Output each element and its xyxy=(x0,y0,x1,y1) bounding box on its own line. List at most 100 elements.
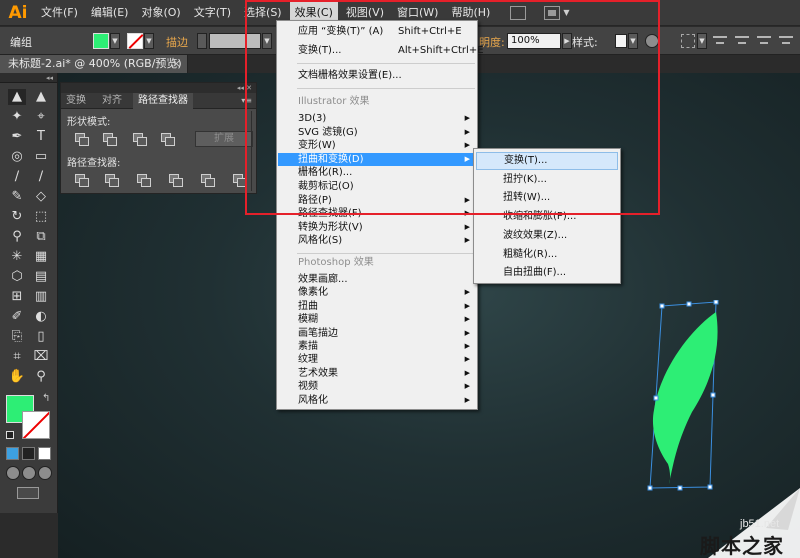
artboard-tool-icon[interactable]: ⎘ xyxy=(8,329,26,345)
screen-mode-icon[interactable] xyxy=(17,487,39,499)
distort-submenu-item[interactable]: 波纹效果(Z)... xyxy=(476,227,618,245)
color-mode-icon[interactable] xyxy=(6,447,19,460)
zoom-tool-icon[interactable]: ⚲ xyxy=(32,369,50,385)
leaf-artwork[interactable] xyxy=(640,300,730,495)
slice-tool-icon[interactable]: ▯ xyxy=(32,329,50,345)
draw-normal-icon[interactable] xyxy=(6,466,20,480)
intersect-button[interactable] xyxy=(133,133,147,146)
illustrator-effect-item[interactable]: 转换为形状(V) ▶ xyxy=(278,221,476,234)
align-center-icon[interactable] xyxy=(735,34,749,48)
photoshop-effect-item[interactable]: 效果画廊... xyxy=(278,273,476,286)
divide-button[interactable] xyxy=(75,174,89,187)
menu-file[interactable]: 文件(F) xyxy=(36,0,83,26)
photoshop-effect-item[interactable]: 画笔描边 ▶ xyxy=(278,327,476,340)
fill-dropdown[interactable]: ▼ xyxy=(110,33,120,49)
photoshop-effect-item[interactable]: 扭曲 ▶ xyxy=(278,300,476,313)
tool-row: ✦ ⌖ xyxy=(4,107,56,127)
none-mode-icon[interactable] xyxy=(38,447,51,460)
trim-button[interactable] xyxy=(105,174,119,187)
illustrator-effect-item[interactable]: 风格化(S) ▶ xyxy=(278,234,476,247)
pathfinders-label: 路径查找器: xyxy=(67,158,121,169)
eyedropper-tool-icon[interactable]: ✐ xyxy=(8,309,26,325)
outline-button[interactable] xyxy=(201,174,215,187)
type-tool-icon[interactable]: T xyxy=(32,129,50,145)
gradient-mode-icon[interactable] xyxy=(22,447,35,460)
submenu-arrow-icon: ▶ xyxy=(464,328,470,337)
eraser-knife-tool-icon[interactable]: ⌧ xyxy=(32,349,50,365)
draw-behind-icon[interactable] xyxy=(22,466,36,480)
perspective-grid-tool-icon[interactable]: ▦ xyxy=(32,249,50,265)
menu-type[interactable]: 文字(T) xyxy=(189,0,236,26)
stroke-color-swatch[interactable] xyxy=(22,411,50,439)
pencil-tool-icon[interactable]: ∕ xyxy=(32,169,50,185)
photoshop-effect-item[interactable]: 模糊 ▶ xyxy=(278,313,476,326)
pathfinder-panel: ◂◂ ✕ 变换 对齐 路径查找器 ▾≡ 形状模式: 扩展 路径查找器: xyxy=(60,82,257,194)
default-colors-icon[interactable] xyxy=(6,431,14,439)
stroke-swatch[interactable] xyxy=(127,33,143,49)
swap-colors-icon[interactable]: ↰ xyxy=(42,393,50,404)
stroke-dropdown[interactable]: ▼ xyxy=(144,33,154,49)
watermark-text: 脚本之家 xyxy=(700,534,784,558)
draw-inside-icon[interactable] xyxy=(38,466,52,480)
menu-object[interactable]: 对象(O) xyxy=(136,0,185,26)
photoshop-effect-item[interactable]: 风格化 ▶ xyxy=(278,394,476,407)
paintbrush-tool-icon[interactable]: ∕ xyxy=(8,169,26,185)
photoshop-effect-item[interactable]: 视频 ▶ xyxy=(278,380,476,393)
align-left-icon[interactable] xyxy=(713,34,727,48)
rotate-tool-icon[interactable]: ↻ xyxy=(8,209,26,225)
menu-separator xyxy=(297,253,475,254)
crop-button[interactable] xyxy=(169,174,183,187)
scale-tool-icon[interactable]: ⬚ xyxy=(32,209,50,225)
shape-builder-tool-icon[interactable]: ✳ xyxy=(8,249,26,265)
direct-selection-tool-icon[interactable]: ▲ xyxy=(32,89,50,105)
align-dropdown[interactable]: ▼ xyxy=(697,33,707,49)
column-graph-tool-icon[interactable]: ▥ xyxy=(32,289,50,305)
photoshop-effect-item[interactable]: 纹理 ▶ xyxy=(278,353,476,366)
minus-front-button[interactable] xyxy=(103,133,117,146)
panel-collapse-bar[interactable]: ◂◂ ✕ xyxy=(61,83,256,93)
submenu-arrow-icon: ▶ xyxy=(464,315,470,324)
stroke-weight-stepper[interactable] xyxy=(197,33,207,49)
menu-item-label: 视频 xyxy=(298,381,318,393)
mesh-tool-icon[interactable]: ⬡ xyxy=(8,269,26,285)
tab-pathfinder[interactable]: 路径查找器 xyxy=(133,93,193,109)
tool-row: ⎘ ▯ xyxy=(4,327,56,347)
grid-tool-icon[interactable]: ⌗ xyxy=(8,349,26,365)
unite-button[interactable] xyxy=(75,133,89,146)
fill-swatch[interactable] xyxy=(93,33,109,49)
selection-type-label: 编组 xyxy=(10,36,32,49)
eraser-tool-icon[interactable]: ◇ xyxy=(32,189,50,205)
selection-tool-icon[interactable]: ▲ xyxy=(8,89,26,105)
document-tab[interactable]: 未标题-2.ai* @ 400% (RGB/预览) × xyxy=(0,55,188,73)
gradient-tool-icon[interactable]: ▤ xyxy=(32,269,50,285)
distort-submenu-item[interactable]: 自由扭曲(F)... xyxy=(476,264,618,282)
align-selection-icon[interactable] xyxy=(681,34,695,48)
tab-align[interactable]: 对齐 xyxy=(97,93,127,109)
menu-edit[interactable]: 编辑(E) xyxy=(86,0,134,26)
exclude-button[interactable] xyxy=(161,133,175,146)
pen-tool-icon[interactable]: ✒ xyxy=(8,129,26,145)
width-tool-icon[interactable]: ⚲ xyxy=(8,229,26,245)
merge-button[interactable] xyxy=(137,174,151,187)
spiral-tool-icon[interactable]: ◎ xyxy=(8,149,26,165)
blend-tool-icon[interactable]: ◐ xyxy=(32,309,50,325)
close-icon[interactable]: × xyxy=(172,55,181,73)
align-right-icon[interactable] xyxy=(757,34,771,48)
align-top-icon[interactable] xyxy=(779,34,793,48)
lasso-tool-icon[interactable]: ⌖ xyxy=(32,109,50,125)
menu-item-label: 扭曲 xyxy=(298,300,318,312)
free-transform-tool-icon[interactable]: ⧉ xyxy=(32,229,50,245)
magic-wand-tool-icon[interactable]: ✦ xyxy=(8,109,26,125)
symbol-sprayer-tool-icon[interactable]: ⊞ xyxy=(8,289,26,305)
blob-brush-tool-icon[interactable]: ✎ xyxy=(8,189,26,205)
photoshop-effect-item[interactable]: 素描 ▶ xyxy=(278,340,476,353)
tab-transform[interactable]: 变换 xyxy=(61,93,91,109)
distort-submenu-item[interactable]: 粗糙化(R)... xyxy=(476,246,618,264)
tool-row: ⌗ ⌧ xyxy=(4,347,56,367)
stroke-label[interactable]: 描边 xyxy=(166,34,188,50)
hand-tool-icon[interactable]: ✋ xyxy=(8,369,26,385)
photoshop-effect-item[interactable]: 艺术效果 ▶ xyxy=(278,367,476,380)
photoshop-effect-item[interactable]: 像素化 ▶ xyxy=(278,286,476,299)
tools-panel-header[interactable]: ◂◂ xyxy=(0,73,57,83)
rectangle-tool-icon[interactable]: ▭ xyxy=(32,149,50,165)
